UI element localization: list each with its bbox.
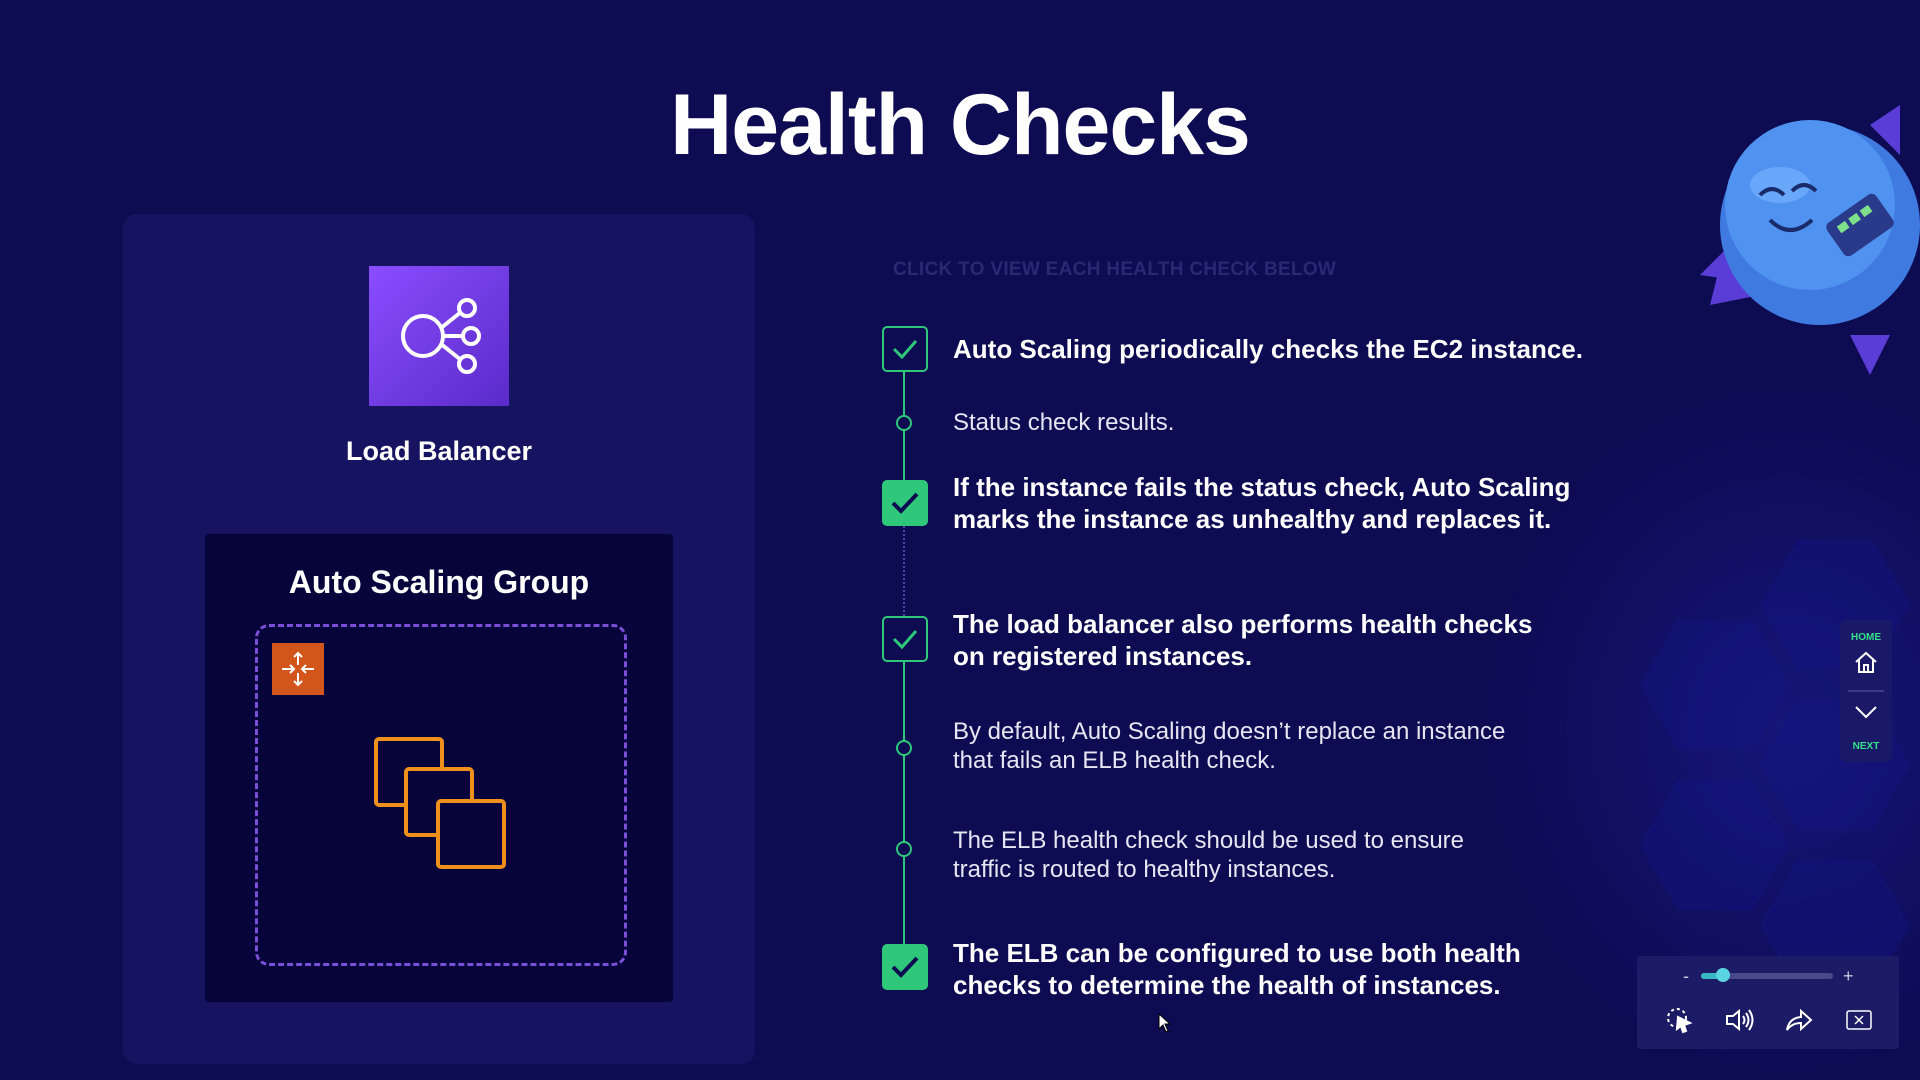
health-check-detail: The ELB health check should be used to e…: [953, 826, 1464, 884]
item-line: marks the instance as unhealthy and repl…: [953, 504, 1552, 534]
item-line: If the instance fails the status check, …: [953, 472, 1571, 502]
share-icon[interactable]: [1783, 1004, 1815, 1036]
volume-increase-button[interactable]: +: [1843, 966, 1854, 987]
home-label[interactable]: HOME: [1840, 632, 1892, 643]
pointer-icon[interactable]: [1663, 1004, 1695, 1036]
volume-slider-handle[interactable]: [1716, 968, 1731, 982]
item-line: The ELB health check should be used to e…: [953, 827, 1465, 854]
item-line: By default, Auto Scaling doesn’t replace…: [953, 718, 1506, 745]
auto-scaling-group-box: Auto Scaling Group: [205, 534, 673, 1002]
health-check-detail: Status check results.: [953, 409, 1175, 436]
volume-slider[interactable]: [1701, 968, 1833, 982]
item-line: checks to determine the health of instan…: [953, 970, 1501, 1000]
timeline-connector-dotted: [903, 526, 905, 616]
mascot-illustration: [1700, 95, 1920, 375]
next-label[interactable]: NEXT: [1840, 741, 1892, 752]
timeline-node: [896, 841, 912, 857]
item-line: traffic is routed to healthy instances.: [953, 856, 1336, 883]
health-check-toggle[interactable]: [882, 616, 928, 662]
auto-scaling-group-label: Auto Scaling Group: [288, 564, 590, 600]
ec2-instances-icon: [374, 737, 514, 882]
health-check-detail: By default, Auto Scaling doesn’t replace…: [953, 717, 1505, 775]
health-check-toggle[interactable]: [882, 326, 928, 372]
auto-scaling-icon: [272, 643, 324, 695]
close-icon[interactable]: [1843, 1004, 1875, 1036]
load-balancer-icon: [369, 266, 509, 406]
health-check-item[interactable]: The load balancer also performs health c…: [953, 608, 1532, 672]
item-line: on registered instances.: [953, 641, 1253, 671]
instruction-text: CLICK TO VIEW EACH HEALTH CHECK BELOW: [893, 259, 1337, 280]
page-title: Health Checks: [670, 77, 1251, 173]
health-check-toggle[interactable]: [882, 944, 928, 990]
timeline-node: [896, 415, 912, 431]
load-balancer-label: Load Balancer: [345, 436, 533, 466]
speaker-icon[interactable]: [1723, 1004, 1755, 1036]
side-navigation: HOME NEXT: [1840, 620, 1892, 762]
asg-boundary: [255, 624, 627, 966]
item-line: The ELB can be configured to use both he…: [953, 938, 1521, 968]
item-line: The load balancer also performs health c…: [953, 609, 1533, 639]
timeline-node: [896, 740, 912, 756]
player-controls: - +: [1637, 956, 1899, 1049]
item-line: that fails an ELB health check.: [953, 747, 1276, 774]
chevron-down-icon[interactable]: [1854, 704, 1878, 725]
volume-decrease-button[interactable]: -: [1683, 966, 1689, 987]
mouse-cursor: [1158, 1012, 1172, 1038]
nav-divider: [1848, 690, 1884, 692]
home-icon[interactable]: [1854, 650, 1878, 679]
timeline-connector: [903, 662, 905, 944]
health-check-item[interactable]: Auto Scaling periodically checks the EC2…: [953, 333, 1583, 365]
diagram-panel: Load Balancer Auto Scaling Group: [123, 214, 755, 1064]
health-check-item[interactable]: The ELB can be configured to use both he…: [953, 937, 1521, 1001]
health-check-toggle[interactable]: [882, 480, 928, 526]
health-check-item[interactable]: If the instance fails the status check, …: [953, 471, 1570, 535]
